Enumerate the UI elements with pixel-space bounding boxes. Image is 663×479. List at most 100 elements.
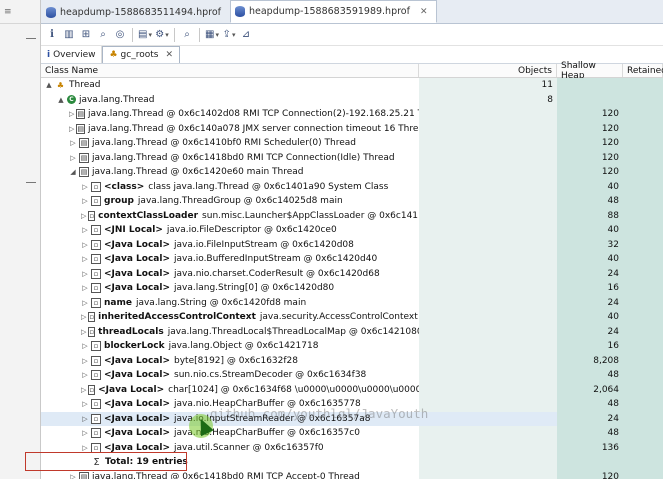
calculate-icon[interactable]: ⊿ (239, 28, 253, 42)
tab-heapdump-2[interactable]: heapdump-1588683591989.hprof ✕ (229, 0, 437, 23)
retained-cell (623, 295, 663, 310)
heap-dump-icon[interactable]: ◎ (113, 28, 127, 42)
expand-toggle-icon[interactable]: ▷ (69, 154, 77, 162)
table-row[interactable]: ▷ ▫ <Java Local> byte[8192] @ 0x6c1632f28 8,… (41, 353, 663, 368)
info-icon[interactable]: i (45, 28, 59, 42)
column-class-name[interactable]: Class Name (41, 64, 419, 77)
expand-toggle-icon[interactable]: ▷ (81, 342, 89, 350)
expand-toggle-icon[interactable]: ▷ (69, 125, 74, 133)
table-row[interactable]: ▷ ▫ <Java Local> java.io.InputStreamReader … (41, 411, 663, 426)
row-label: <Java Local> (104, 428, 170, 439)
expand-toggle-icon[interactable]: ▷ (81, 400, 89, 408)
table-row[interactable]: ▷ ▫ <Java Local> java.nio.charset.CoderResu… (41, 266, 663, 281)
row-text: Thread (69, 80, 101, 91)
table-row[interactable]: ▷ ▤ java.lang.Thread @ 0x6c1402d08 RMI TCP… (41, 107, 663, 122)
expand-toggle-icon[interactable]: ▷ (69, 139, 77, 147)
expand-toggle-icon[interactable]: ▷ (81, 386, 86, 394)
row-text: java.lang.ThreadGroup @ 0x6c14025d8 main (137, 196, 343, 207)
expand-toggle-icon[interactable]: ▷ (69, 110, 74, 118)
expand-toggle-icon[interactable]: ▲ (45, 81, 53, 89)
table-row[interactable]: ▲ ♣ Thread 11 (41, 78, 663, 93)
expand-toggle-icon[interactable]: ▷ (81, 212, 86, 220)
toolbar: i ▥ ⊞ ⌕ ◎ ▤ ⚙ ⌕ ▦ ⇪ ⊿ (41, 24, 663, 46)
column-objects[interactable]: Objects (419, 64, 557, 77)
table-row[interactable]: ▷ ▫ contextClassLoader sun.misc.Launcher$Ap… (41, 208, 663, 223)
group-icon[interactable]: ⚙ (155, 28, 169, 42)
expand-toggle-icon[interactable]: ▷ (81, 226, 89, 234)
expand-toggle-icon[interactable]: ▲ (57, 96, 65, 104)
objects-cell (419, 368, 557, 383)
expand-toggle-icon[interactable]: ▷ (69, 473, 77, 479)
object-icon: ▫ (91, 196, 101, 207)
table-row[interactable]: ▷ ▫ <class> class java.lang.Thread @ 0x6c14… (41, 179, 663, 194)
table-row[interactable]: ◢ ▤ java.lang.Thread @ 0x6c1420e60 main Th… (41, 165, 663, 180)
expand-toggle-icon[interactable]: ▷ (81, 183, 89, 191)
column-shallow-heap[interactable]: Shallow Heap (557, 61, 623, 81)
expand-toggle-icon[interactable]: ▷ (81, 197, 89, 205)
expand-toggle-icon[interactable]: ▷ (81, 371, 89, 379)
table-row[interactable]: ▲ Cjava.lang.Thread 8 (41, 92, 663, 108)
table-row[interactable]: ▷ ▫ <Java Local> java.util.Scanner @ 0x6c16… (41, 440, 663, 455)
histogram-icon[interactable]: ▥ (62, 28, 76, 42)
expand-toggle-icon[interactable]: ▷ (81, 313, 86, 321)
table-row[interactable]: ▷ ▫ <Java Local> char[1024] @ 0x6c1634f68 \… (41, 382, 663, 397)
tab-gc-roots[interactable]: ♣ gc_roots ✕ (102, 46, 180, 63)
table-row[interactable]: ▷ ▫ name java.lang.String @ 0x6c1420fd8 mai… (41, 295, 663, 310)
close-icon[interactable]: ✕ (165, 50, 173, 60)
column-retained[interactable]: Retained (623, 64, 663, 77)
table-row[interactable]: ▷ ▫ group java.lang.ThreadGroup @ 0x6c14025… (41, 194, 663, 209)
close-icon[interactable]: ✕ (420, 7, 428, 17)
table-row[interactable]: ▷ ▫ threadLocals java.lang.ThreadLocal$Thre… (41, 324, 663, 339)
expand-toggle-icon[interactable]: ▷ (81, 429, 89, 437)
table-row[interactable]: ▷ ▫ inheritedAccessControlContext java.secu… (41, 310, 663, 325)
dominator-tree-icon[interactable]: ⊞ (79, 28, 93, 42)
object-icon: ▫ (91, 297, 101, 308)
export-icon[interactable]: ⇪ (222, 28, 236, 42)
expand-toggle-icon[interactable]: ▷ (81, 444, 89, 452)
menu-icon[interactable]: ≡ (4, 7, 12, 17)
tab-label: gc_roots (120, 50, 159, 60)
objects-cell (419, 107, 557, 122)
expand-toggle-icon[interactable]: ▷ (81, 357, 89, 365)
table-row[interactable]: ▷ ▫ <Java Local> java.nio.HeapCharBuffer @ … (41, 426, 663, 441)
query-icon[interactable]: ⌕ (96, 28, 110, 42)
row-name-cell: ▲ Cjava.lang.Thread (41, 93, 419, 108)
table-row[interactable]: ▷ ▤ java.lang.Thread @ 0x6c1418bd0 RMI TCP… (41, 150, 663, 165)
search-icon[interactable]: ⌕ (180, 28, 194, 42)
table-row[interactable]: ▷ ▫ <Java Local> java.io.FileInputStream @ … (41, 237, 663, 252)
table-row[interactable]: ▷ ▫ blockerLock java.lang.Object @ 0x6c1421… (41, 339, 663, 354)
expand-toggle-icon[interactable]: ◢ (69, 168, 77, 176)
table-row[interactable]: ▷ ▫ <Java Local> java.nio.HeapCharBuffer @ … (41, 397, 663, 412)
expand-toggle-icon[interactable]: ▷ (81, 284, 89, 292)
object-icon: ▫ (91, 355, 101, 366)
total-row[interactable]: Σ Total: 19 entries (41, 455, 663, 470)
objects-cell (419, 121, 557, 136)
object-icon: ▫ (88, 326, 96, 337)
retained-cell (623, 252, 663, 267)
expand-toggle-icon[interactable]: ▷ (81, 415, 89, 423)
grid-icon[interactable]: ▦ (205, 28, 219, 42)
table-row[interactable]: ▷ ▤ java.lang.Thread @ 0x6c140a078 JMX ser… (41, 121, 663, 136)
retained-cell (623, 237, 663, 252)
objects-cell (419, 426, 557, 441)
table-row[interactable]: ▷ ▤ java.lang.Thread @ 0x6c1418bd0 RMI TCP… (41, 469, 663, 479)
tab-heapdump-1[interactable]: heapdump-1588683511494.hprof (41, 1, 230, 23)
shallow-heap-cell: 16 (557, 281, 623, 296)
expand-toggle-icon[interactable]: ▷ (81, 255, 89, 263)
expand-toggle-icon[interactable]: ▷ (81, 328, 86, 336)
table-row[interactable]: ▷ ▫ <Java Local> java.io.BufferedInputStrea… (41, 252, 663, 267)
table-row[interactable]: ▷ ▫ <JNI Local> java.io.FileDescriptor @ 0x… (41, 223, 663, 238)
object-icon: ▫ (91, 341, 101, 352)
table-row[interactable]: ▷ ▫ <Java Local> java.lang.String[0] @ 0x6c… (41, 281, 663, 296)
tab-overview[interactable]: i Overview (41, 46, 103, 63)
expand-toggle-icon[interactable]: ▷ (81, 299, 89, 307)
object-icon: ▫ (91, 268, 101, 279)
retained-cell (623, 382, 663, 397)
report-icon[interactable]: ▤ (138, 28, 152, 42)
thread-icon: ▤ (79, 471, 89, 479)
expand-toggle-icon[interactable]: ▷ (81, 270, 89, 278)
expand-toggle-icon[interactable]: ▷ (81, 241, 89, 249)
table-row[interactable]: ▷ ▤ java.lang.Thread @ 0x6c1410bf0 RMI Sch… (41, 136, 663, 151)
objects-cell (419, 281, 557, 296)
table-row[interactable]: ▷ ▫ <Java Local> sun.nio.cs.StreamDecoder @… (41, 368, 663, 383)
